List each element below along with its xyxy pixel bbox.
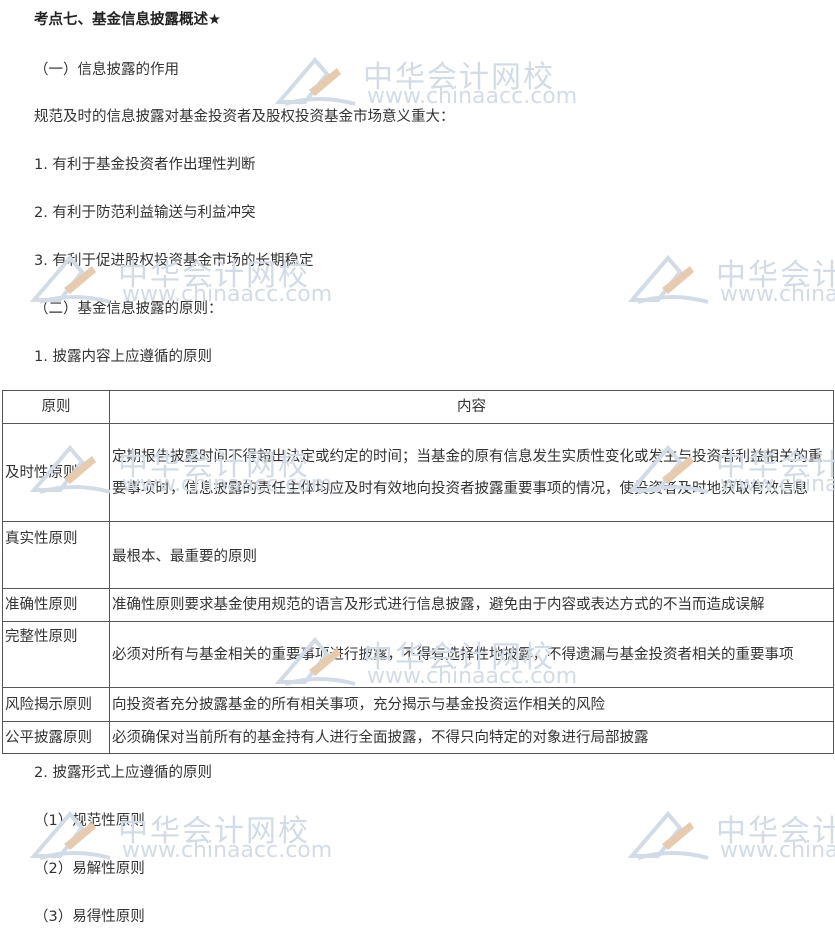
list-item: 1. 有利于基金投资者作出理性判断 [34, 157, 256, 173]
page-heading: 考点七、基金信息披露概述★ [34, 12, 221, 28]
section-title-role: （一）信息披露的作用 [34, 62, 179, 78]
pen-logo-icon [628, 810, 709, 860]
table-row: 风险揭示原则 向投资者充分披露基金的所有相关事项，充分揭示与基金投资运作相关的风… [2, 687, 834, 722]
column-header: 内容 [109, 390, 834, 424]
list-item: （2）易解性原则 [34, 861, 145, 877]
content-cell: 最根本、最重要的原则 [109, 521, 834, 589]
intro-paragraph: 规范及时的信息披露对基金投资者及股权投资基金市场意义重大： [34, 109, 455, 125]
content-cell: 必须确保对当前所有的基金持有人进行全面披露，不得只向特定的对象进行局部披露 [109, 721, 834, 754]
list-item: 3. 有利于促进股权投资基金市场的长期稳定 [34, 253, 314, 269]
subsection-title: 1. 披露内容上应遵循的原则 [34, 349, 212, 365]
principle-cell: 完整性原则 [2, 621, 110, 688]
principle-cell: 真实性原则 [2, 521, 110, 589]
column-header: 原则 [2, 390, 110, 424]
list-item: （3）易得性原则 [34, 909, 145, 925]
section-title-principles: （二）基金信息披露的原则： [34, 301, 223, 317]
table-row: 完整性原则 必须对所有与基金相关的重要事项进行披露，不得有选择性地披露，不得遗漏… [2, 621, 834, 688]
principle-cell: 风险揭示原则 [2, 687, 110, 722]
list-item: （1）规范性原则 [34, 813, 145, 829]
table-row: 真实性原则 最根本、最重要的原则 [2, 521, 834, 589]
content-cell: 向投资者充分披露基金的所有相关事项，充分揭示与基金投资运作相关的风险 [109, 687, 834, 722]
table-header-row: 原则 内容 [2, 390, 834, 424]
content-cell: 定期报告披露时间不得超出法定或约定的时间；当基金的原有信息发生实质性变化或发生与… [109, 423, 834, 522]
principles-table: 原则 内容 及时性原则 定期报告披露时间不得超出法定或约定的时间；当基金的原有信… [2, 390, 834, 754]
pen-logo-icon [275, 56, 356, 106]
subsection-title: 2. 披露形式上应遵循的原则 [34, 765, 212, 781]
principle-cell: 及时性原则 [2, 423, 110, 522]
table-row: 及时性原则 定期报告披露时间不得超出法定或约定的时间；当基金的原有信息发生实质性… [2, 423, 834, 522]
principle-cell: 准确性原则 [2, 588, 110, 622]
principle-cell: 公平披露原则 [2, 721, 110, 754]
table-row: 准确性原则 准确性原则要求基金使用规范的语言及形式进行信息披露，避免由于内容或表… [2, 588, 834, 622]
pen-logo-icon [628, 254, 709, 304]
list-item: 2. 有利于防范利益输送与利益冲突 [34, 205, 256, 221]
content-cell: 准确性原则要求基金使用规范的语言及形式进行信息披露，避免由于内容或表达方式的不当… [109, 588, 834, 622]
content-cell: 必须对所有与基金相关的重要事项进行披露，不得有选择性地披露，不得遗漏与基金投资者… [109, 621, 834, 688]
table-row: 公平披露原则 必须确保对当前所有的基金持有人进行全面披露，不得只向特定的对象进行… [2, 721, 834, 754]
